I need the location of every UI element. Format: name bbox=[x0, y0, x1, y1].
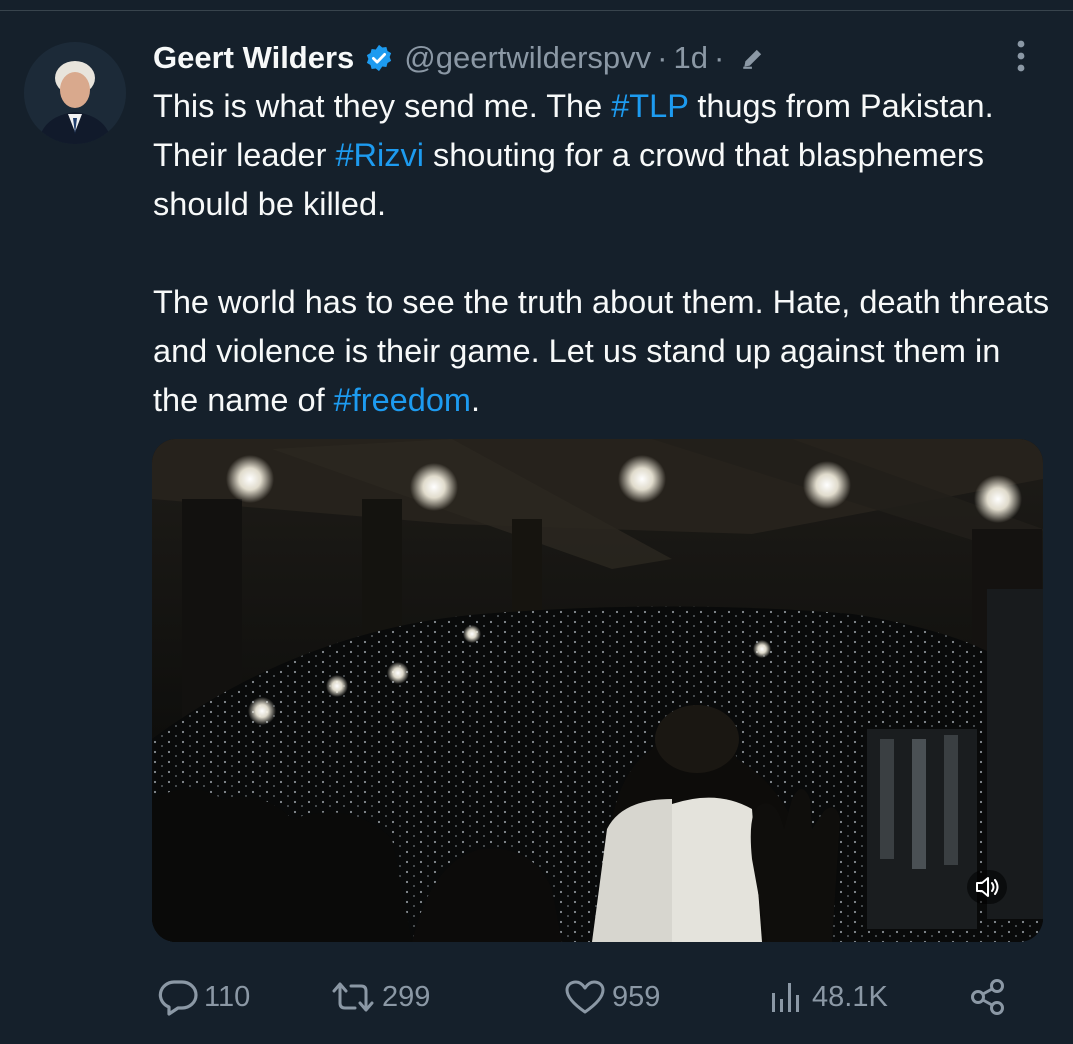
more-vertical-icon[interactable] bbox=[1006, 38, 1036, 74]
video-frame bbox=[152, 439, 1043, 942]
tweet-timestamp[interactable]: 1d bbox=[673, 40, 707, 76]
views-button[interactable]: 48.1K bbox=[764, 974, 888, 1020]
hashtag-tlp[interactable]: #TLP bbox=[611, 88, 688, 124]
share-icon bbox=[966, 977, 1010, 1017]
reply-button[interactable]: 110 bbox=[156, 974, 250, 1020]
like-button[interactable]: 959 bbox=[562, 974, 660, 1020]
top-divider bbox=[0, 10, 1073, 11]
views-count: 48.1K bbox=[812, 980, 888, 1013]
author-name[interactable]: Geert Wilders bbox=[153, 40, 354, 76]
tweet-text: This is what they send me. The #TLP thug… bbox=[153, 82, 1053, 425]
speaker-icon[interactable] bbox=[967, 870, 1007, 904]
avatar-image bbox=[24, 42, 126, 144]
header-separator-2: · bbox=[713, 40, 725, 75]
tweet-actions: 110 299 959 48.1K bbox=[156, 974, 1016, 1020]
like-count: 959 bbox=[612, 980, 661, 1013]
views-bar-icon bbox=[764, 977, 808, 1017]
hashtag-freedom[interactable]: #freedom bbox=[334, 382, 471, 418]
text-segment: . bbox=[470, 382, 481, 418]
tweet-paragraph-1: This is what they send me. The #TLP thug… bbox=[153, 82, 1053, 229]
pencil-edit-icon[interactable] bbox=[740, 45, 766, 71]
heart-icon bbox=[562, 977, 608, 1017]
verified-badge-icon bbox=[364, 43, 394, 73]
repost-count: 299 bbox=[382, 980, 431, 1013]
text-segment: The world has to see the truth about the… bbox=[153, 284, 1050, 418]
repost-button[interactable]: 299 bbox=[328, 974, 430, 1020]
repost-icon bbox=[328, 977, 378, 1017]
tweet-header: Geert Wilders @geertwilderspvv · 1d · bbox=[153, 36, 766, 80]
author-handle[interactable]: @geertwilderspvv bbox=[404, 40, 651, 76]
reply-bubble-icon bbox=[156, 977, 200, 1017]
reply-count: 110 bbox=[204, 980, 251, 1013]
hashtag-rizvi[interactable]: #Rizvi bbox=[335, 137, 424, 173]
tweet-paragraph-2: The world has to see the truth about the… bbox=[153, 278, 1053, 425]
tweet-video[interactable] bbox=[152, 439, 1043, 942]
header-separator: · bbox=[657, 40, 668, 75]
text-segment: This is what they send me. The bbox=[153, 88, 612, 124]
share-button[interactable] bbox=[966, 974, 1010, 1020]
author-avatar[interactable] bbox=[24, 42, 126, 144]
